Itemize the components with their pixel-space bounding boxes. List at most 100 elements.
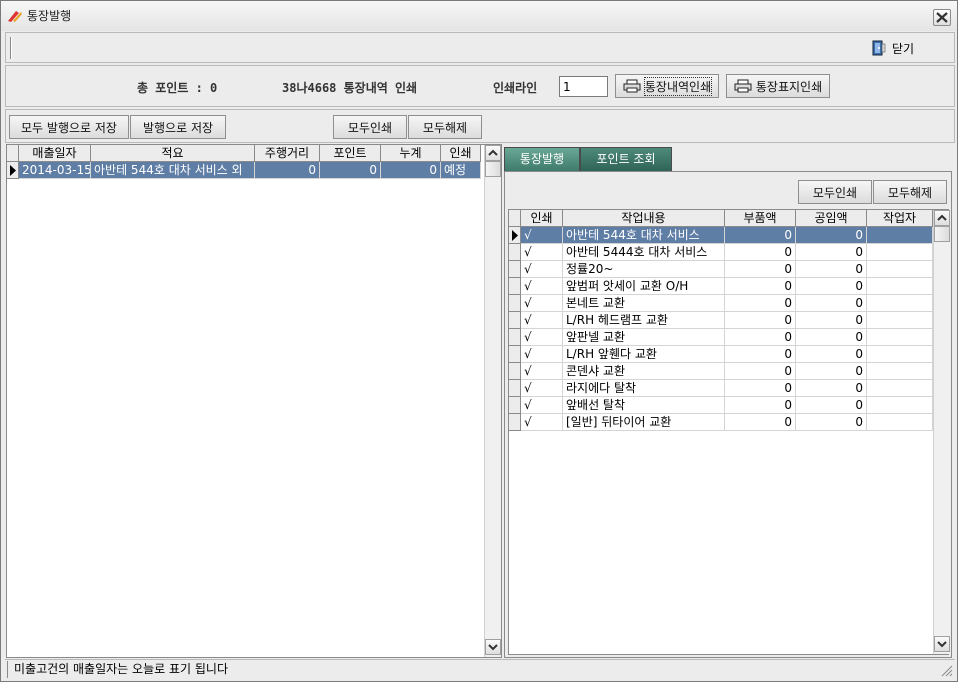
cell-work[interactable]: 앞범퍼 앗세이 교환 O/H: [563, 278, 725, 295]
cell-work[interactable]: 본네트 교환: [563, 295, 725, 312]
col-header-worker[interactable]: 작업자: [867, 210, 933, 227]
cell-worker[interactable]: [867, 414, 933, 431]
cell-labor[interactable]: 0: [796, 329, 867, 346]
scroll-up-button[interactable]: [934, 210, 950, 226]
cell-worker[interactable]: [867, 397, 933, 414]
cell-print[interactable]: √: [521, 295, 563, 312]
cell-work[interactable]: 앞배선 탈착: [563, 397, 725, 414]
cell-work[interactable]: 앞판넬 교환: [563, 329, 725, 346]
cell-parts[interactable]: 0: [725, 295, 796, 312]
cell-parts[interactable]: 0: [725, 397, 796, 414]
cell-worker[interactable]: [867, 380, 933, 397]
scroll-down-button[interactable]: [485, 639, 501, 655]
cell-print[interactable]: √: [521, 278, 563, 295]
cell-work[interactable]: L/RH 헤드램프 교환: [563, 312, 725, 329]
col-header-date[interactable]: 매출일자: [19, 145, 91, 162]
cell-labor[interactable]: 0: [796, 244, 867, 261]
print-history-button[interactable]: 통장내역인쇄: [615, 74, 719, 98]
col-header-mileage[interactable]: 주행거리: [255, 145, 320, 162]
cell-labor[interactable]: 0: [796, 414, 867, 431]
cell-print[interactable]: √: [521, 397, 563, 414]
cell-labor[interactable]: 0: [796, 397, 867, 414]
cell-print[interactable]: √: [521, 414, 563, 431]
right-print-all-button[interactable]: 모두인쇄: [798, 180, 872, 204]
cell-labor[interactable]: 0: [796, 295, 867, 312]
col-header-work[interactable]: 작업내용: [563, 210, 725, 227]
cell-work[interactable]: [일반] 뒤타이어 교환: [563, 414, 725, 431]
cell-worker[interactable]: [867, 244, 933, 261]
scroll-up-button[interactable]: [485, 145, 501, 161]
resize-grip-icon[interactable]: [939, 663, 953, 677]
cell-labor[interactable]: 0: [796, 312, 867, 329]
cell-parts[interactable]: 0: [725, 346, 796, 363]
col-header-print[interactable]: 인쇄: [441, 145, 481, 162]
cell-parts[interactable]: 0: [725, 414, 796, 431]
cell-parts[interactable]: 0: [725, 244, 796, 261]
cell-labor[interactable]: 0: [796, 346, 867, 363]
close-window-button[interactable]: [933, 9, 951, 26]
cell-worker[interactable]: [867, 295, 933, 312]
print-all-button[interactable]: 모두인쇄: [333, 115, 407, 139]
toolbar-grip[interactable]: [10, 37, 12, 59]
cell-print[interactable]: √: [521, 227, 563, 244]
work-items-grid[interactable]: 인쇄 작업내용 부품액 공임액 작업자 √ 아반테 544호 대차 서비스 0 0 √ 아…: [508, 209, 950, 655]
col-header-desc[interactable]: 적요: [91, 145, 255, 162]
cell-parts[interactable]: 0: [725, 329, 796, 346]
cell-desc[interactable]: 아반테 544호 대차 서비스 외: [91, 162, 255, 179]
scroll-thumb[interactable]: [485, 161, 501, 177]
cell-parts[interactable]: 0: [725, 261, 796, 278]
save-all-issued-button[interactable]: 모두 발행으로 저장: [9, 115, 129, 139]
exit-button[interactable]: 닫기: [866, 37, 920, 59]
col-header-parts[interactable]: 부품액: [725, 210, 796, 227]
cell-labor[interactable]: 0: [796, 380, 867, 397]
cell-worker[interactable]: [867, 312, 933, 329]
sales-grid[interactable]: 매출일자 적요 주행거리 포인트 누계 인쇄 2014-03-15 아반테 54…: [6, 144, 502, 658]
clear-all-button[interactable]: 모두해제: [408, 115, 482, 139]
cell-work[interactable]: 콘덴샤 교환: [563, 363, 725, 380]
col-header-print[interactable]: 인쇄: [521, 210, 563, 227]
right-clear-all-button[interactable]: 모두해제: [873, 180, 947, 204]
col-header-point[interactable]: 포인트: [320, 145, 381, 162]
cell-work[interactable]: 아반테 5444호 대차 서비스: [563, 244, 725, 261]
cell-print[interactable]: √: [521, 363, 563, 380]
cell-parts[interactable]: 0: [725, 278, 796, 295]
cell-print[interactable]: √: [521, 346, 563, 363]
cell-date[interactable]: 2014-03-15: [19, 162, 91, 179]
cell-labor[interactable]: 0: [796, 261, 867, 278]
cell-parts[interactable]: 0: [725, 363, 796, 380]
cell-labor[interactable]: 0: [796, 227, 867, 244]
tab-passbook-issue[interactable]: 통장발행: [504, 147, 580, 171]
cell-worker[interactable]: [867, 329, 933, 346]
cell-labor[interactable]: 0: [796, 363, 867, 380]
cell-worker[interactable]: [867, 261, 933, 278]
cell-labor[interactable]: 0: [796, 278, 867, 295]
cell-worker[interactable]: [867, 363, 933, 380]
cell-work[interactable]: L/RH 앞휀다 교환: [563, 346, 725, 363]
save-issued-button[interactable]: 발행으로 저장: [130, 115, 226, 139]
scroll-down-button[interactable]: [934, 636, 950, 652]
cell-worker[interactable]: [867, 278, 933, 295]
print-cover-button[interactable]: 통장표지인쇄: [726, 74, 830, 98]
col-header-labor[interactable]: 공임액: [796, 210, 867, 227]
tab-point-inquiry[interactable]: 포인트 조회: [580, 147, 672, 171]
cell-total[interactable]: 0: [381, 162, 441, 179]
cell-print[interactable]: √: [521, 380, 563, 397]
cell-print[interactable]: √: [521, 329, 563, 346]
cell-work[interactable]: 정률20~: [563, 261, 725, 278]
cell-parts[interactable]: 0: [725, 227, 796, 244]
cell-mileage[interactable]: 0: [255, 162, 320, 179]
cell-worker[interactable]: [867, 227, 933, 244]
cell-parts[interactable]: 0: [725, 312, 796, 329]
cell-print[interactable]: 예정: [441, 162, 481, 179]
cell-worker[interactable]: [867, 346, 933, 363]
cell-work[interactable]: 아반테 544호 대차 서비스: [563, 227, 725, 244]
scroll-thumb[interactable]: [934, 226, 950, 242]
print-line-input[interactable]: [559, 76, 608, 97]
cell-parts[interactable]: 0: [725, 380, 796, 397]
cell-print[interactable]: √: [521, 312, 563, 329]
col-header-total[interactable]: 누계: [381, 145, 441, 162]
work-grid-scrollbar[interactable]: [933, 210, 950, 654]
sales-grid-scrollbar[interactable]: [484, 145, 501, 657]
cell-print[interactable]: √: [521, 244, 563, 261]
cell-work[interactable]: 라지에다 탈착: [563, 380, 725, 397]
